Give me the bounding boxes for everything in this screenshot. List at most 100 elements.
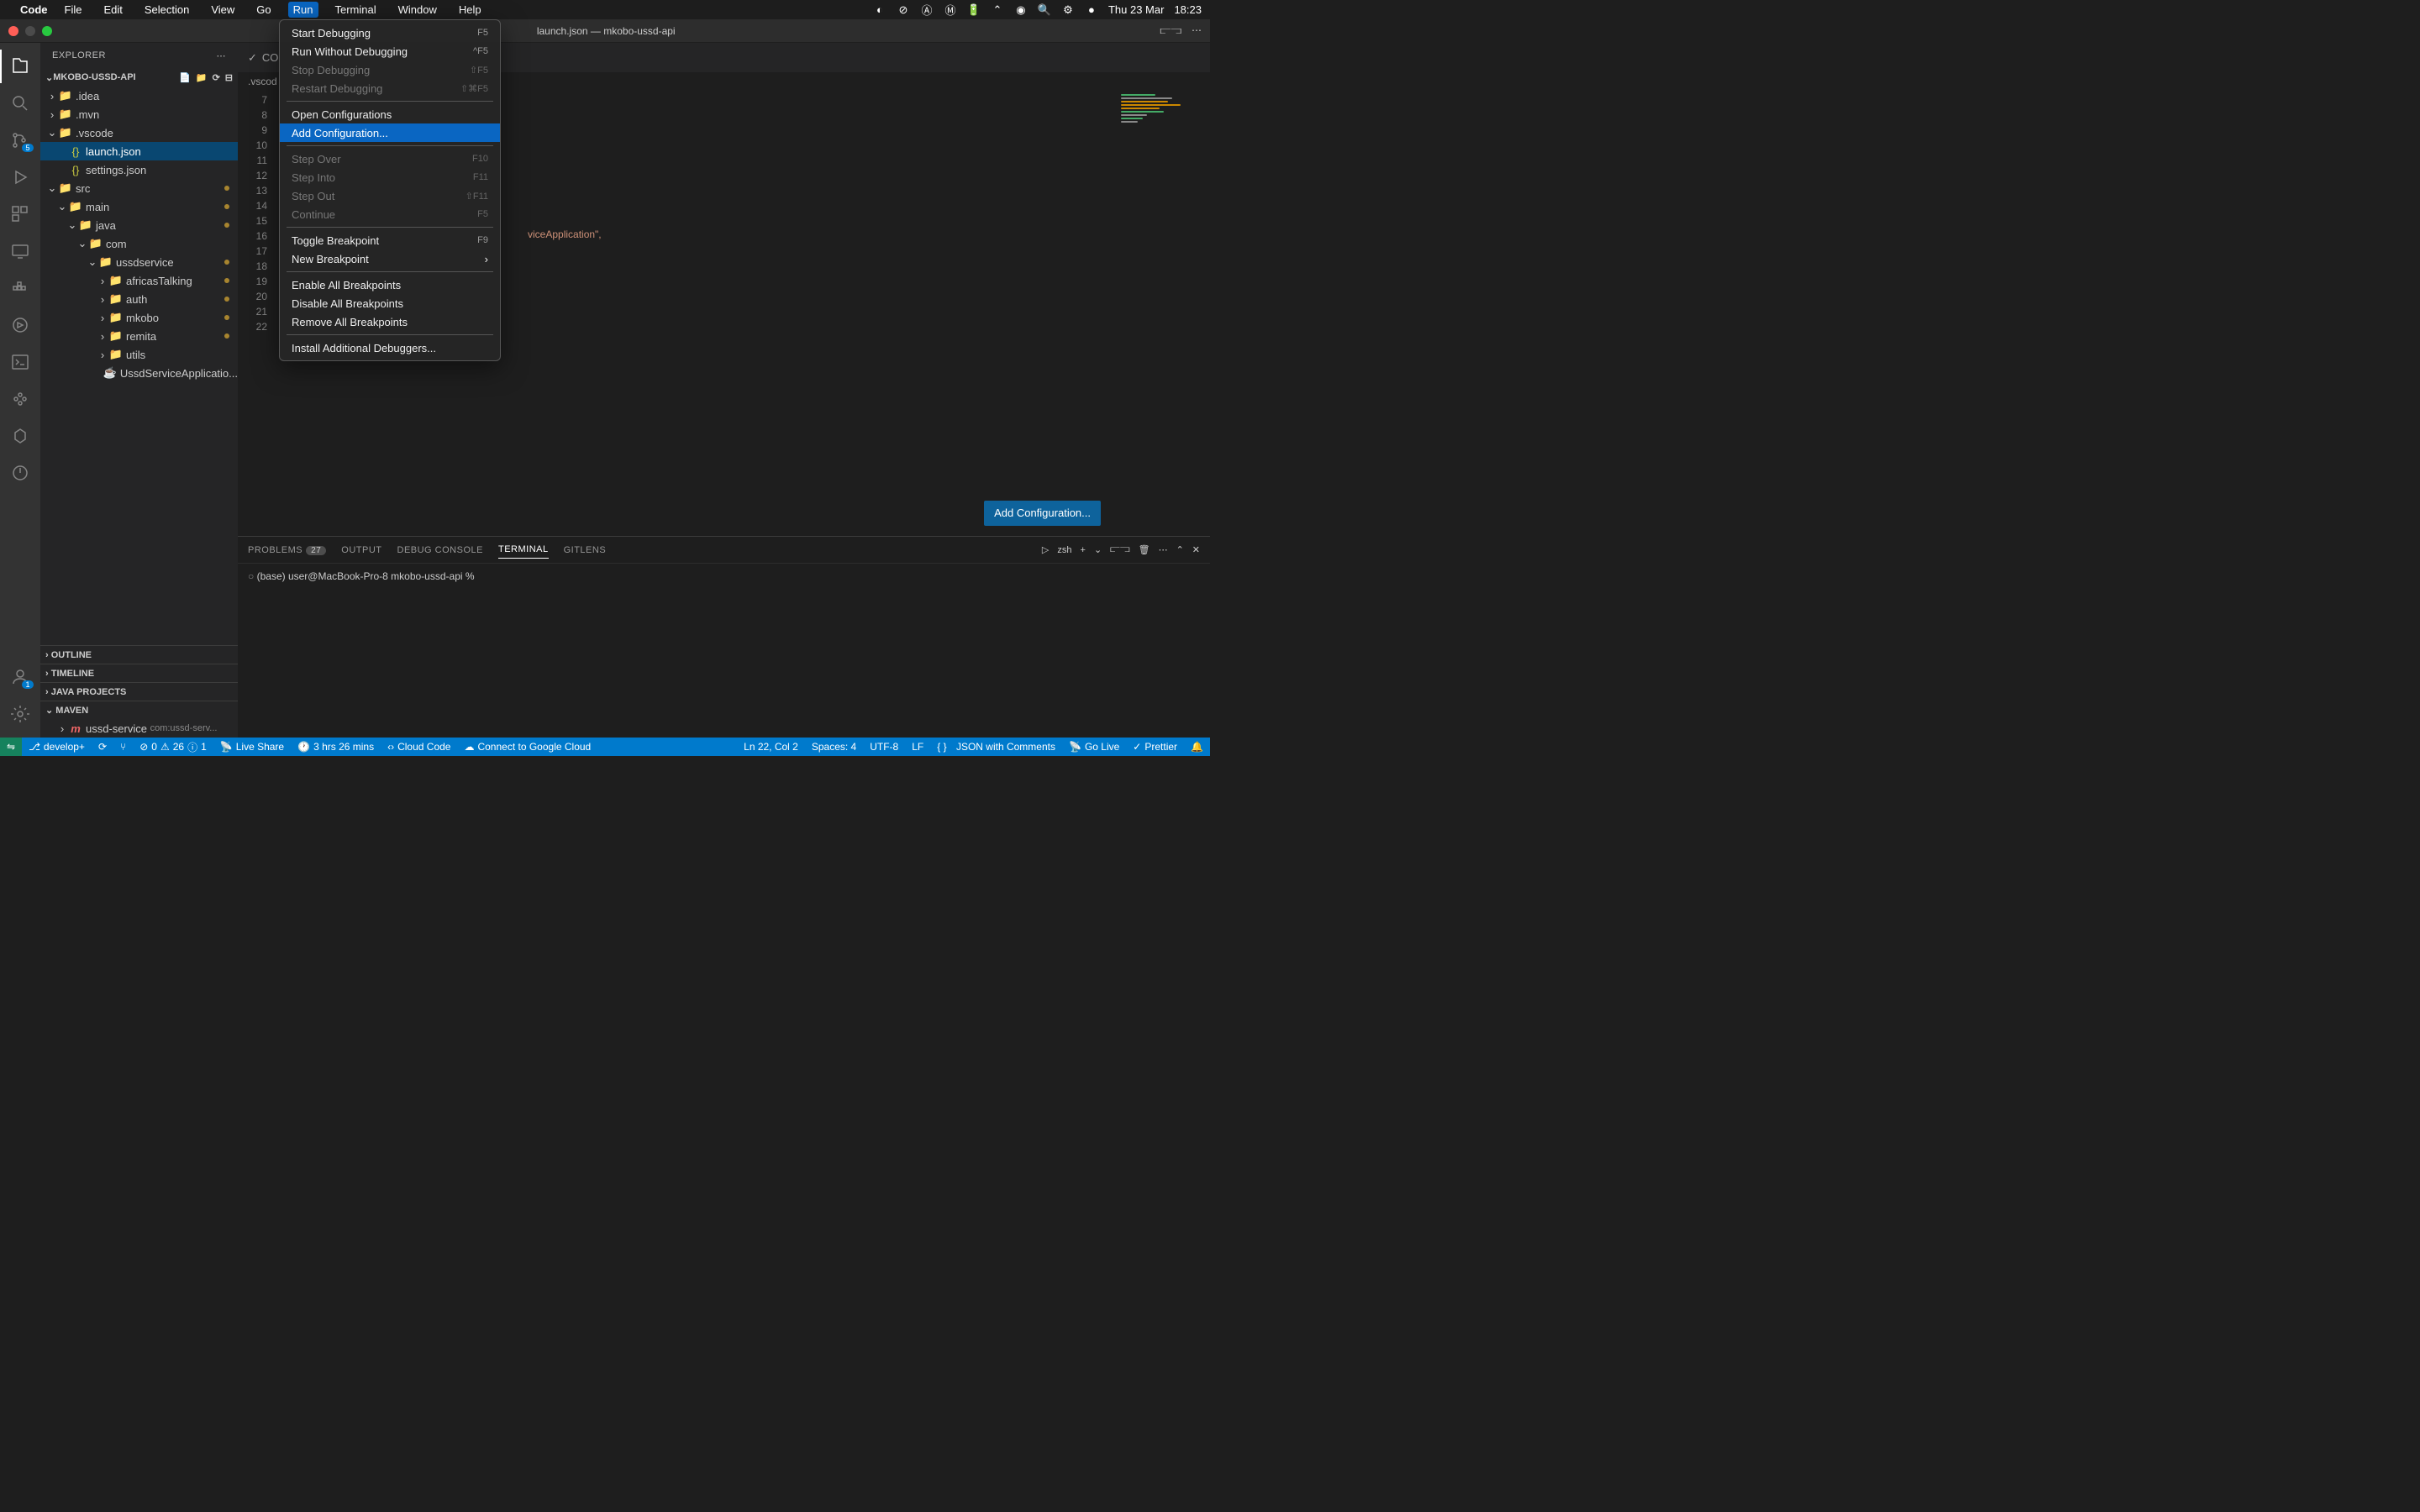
tray-icon-2[interactable]: ⊘ [897, 3, 910, 17]
activity-remote-explorer[interactable] [0, 234, 40, 268]
tree-item-java[interactable]: ⌄📁java [40, 216, 238, 234]
kill-terminal-icon[interactable]: 🗑 [1139, 544, 1150, 555]
menubar-date[interactable]: Thu 23 Mar [1108, 3, 1164, 16]
menu-file[interactable]: File [60, 2, 87, 18]
window-maximize-button[interactable] [42, 26, 52, 36]
menu-window[interactable]: Window [393, 2, 442, 18]
spotlight-icon[interactable]: 🔍 [1038, 3, 1051, 17]
menu-item-enable-all-breakpoints[interactable]: Enable All Breakpoints [280, 276, 500, 294]
status-spaces[interactable]: Spaces: 4 [805, 738, 863, 756]
tree-item-africastalking[interactable]: ›📁africasTalking [40, 271, 238, 290]
activity-scm[interactable]: 5 [0, 123, 40, 157]
tree-item-mkobo[interactable]: ›📁mkobo [40, 308, 238, 327]
window-close-button[interactable] [8, 26, 18, 36]
activity-docker[interactable] [0, 271, 40, 305]
menu-item-remove-all-breakpoints[interactable]: Remove All Breakpoints [280, 312, 500, 331]
status-connect-gcp[interactable]: ☁Connect to Google Cloud [457, 738, 597, 756]
control-center-icon[interactable]: ⚙ [1061, 3, 1075, 17]
panel-tab-debug-console[interactable]: DEBUG CONSOLE [397, 542, 483, 559]
tree-item-utils[interactable]: ›📁utils [40, 345, 238, 364]
status-live-share[interactable]: 📡Live Share [213, 738, 291, 756]
tree-item--idea[interactable]: ›📁.idea [40, 87, 238, 105]
menu-item-new-breakpoint[interactable]: New Breakpoint› [280, 249, 500, 268]
panel-maximize-icon[interactable]: ⌃ [1176, 544, 1184, 555]
panel-tab-output[interactable]: OUTPUT [341, 542, 381, 559]
activity-settings[interactable] [0, 697, 40, 731]
menubar-time[interactable]: 18:23 [1174, 3, 1202, 16]
terminal-body[interactable]: ○ (base) user@MacBook-Pro-8 mkobo-ussd-a… [238, 564, 1210, 738]
activity-power[interactable] [0, 456, 40, 490]
section-maven[interactable]: ⌄ MAVEN [40, 701, 238, 719]
tree-item-launch-json[interactable]: {}launch.json [40, 142, 238, 160]
menu-terminal[interactable]: Terminal [330, 2, 381, 18]
menu-item-run-without-debugging[interactable]: Run Without Debugging^F5 [280, 42, 500, 60]
menu-item-toggle-breakpoint[interactable]: Toggle BreakpointF9 [280, 231, 500, 249]
new-file-icon[interactable]: 📄 [179, 72, 191, 83]
tree-item-src[interactable]: ⌄📁src [40, 179, 238, 197]
new-terminal-icon[interactable]: + [1081, 545, 1086, 555]
terminal-shell-icon[interactable]: ▷ [1042, 544, 1049, 555]
activity-terminal-icon[interactable] [0, 345, 40, 379]
app-name[interactable]: Code [20, 3, 48, 16]
tree-item-remita[interactable]: ›📁remita [40, 327, 238, 345]
sidebar-more-icon[interactable]: ⋯ [217, 50, 227, 61]
status-go-live[interactable]: 📡Go Live [1062, 738, 1126, 756]
layout-toggle-icon[interactable]: ⫍⫎ [1160, 24, 1181, 37]
refresh-icon[interactable]: ⟳ [213, 72, 220, 83]
menu-selection[interactable]: Selection [139, 2, 194, 18]
activity-item-extra2[interactable] [0, 419, 40, 453]
minimap[interactable] [1118, 91, 1210, 536]
status-encoding[interactable]: UTF-8 [863, 738, 905, 756]
panel-tab-gitlens[interactable]: GITLENS [564, 542, 607, 559]
status-wakatime[interactable]: 🕐3 hrs 26 mins [291, 738, 381, 756]
status-problems[interactable]: ⊘0 ⚠26 ⓘ1 [133, 738, 213, 756]
clock-icon[interactable]: ◉ [1014, 3, 1028, 17]
remote-indicator[interactable]: ⇋ [0, 738, 22, 756]
add-configuration-button[interactable]: Add Configuration... [984, 501, 1101, 526]
terminal-shell-label[interactable]: zsh [1057, 545, 1071, 555]
status-graph-icon[interactable]: ⑂ [113, 738, 133, 756]
section-outline[interactable]: › OUTLINE [40, 645, 238, 664]
tree-item--mvn[interactable]: ›📁.mvn [40, 105, 238, 123]
activity-search[interactable] [0, 87, 40, 120]
tray-icon-1[interactable]: ◐ [873, 3, 886, 17]
activity-run-debug[interactable] [0, 160, 40, 194]
status-language[interactable]: { } JSON with Comments [930, 738, 1062, 756]
panel-tab-problems[interactable]: PROBLEMS27 [248, 542, 326, 559]
tree-item-ussdservice[interactable]: ⌄📁ussdservice [40, 253, 238, 271]
panel-tab-terminal[interactable]: TERMINAL [498, 541, 549, 559]
activity-accounts[interactable]: 1 [0, 660, 40, 694]
menu-help[interactable]: Help [454, 2, 487, 18]
activity-item-extra1[interactable] [0, 382, 40, 416]
collapse-icon[interactable]: ⊟ [225, 72, 233, 83]
tree-item--vscode[interactable]: ⌄📁.vscode [40, 123, 238, 142]
menu-view[interactable]: View [206, 2, 239, 18]
section-java-projects[interactable]: › JAVA PROJECTS [40, 682, 238, 701]
wifi-icon[interactable]: ⌃ [991, 3, 1004, 17]
maven-item[interactable]: › m ussd-service com:ussd-serv... [40, 719, 238, 738]
status-cursor[interactable]: Ln 22, Col 2 [737, 738, 805, 756]
tree-item-com[interactable]: ⌄📁com [40, 234, 238, 253]
menu-go[interactable]: Go [251, 2, 276, 18]
split-terminal-icon[interactable]: ⫍⫎ [1110, 544, 1129, 555]
siri-icon[interactable]: ● [1085, 3, 1098, 17]
tree-item-settings-json[interactable]: {}settings.json [40, 160, 238, 179]
activity-cloud-code[interactable] [0, 308, 40, 342]
section-timeline[interactable]: › TIMELINE [40, 664, 238, 682]
tree-item-ussdserviceapplicatio-[interactable]: ☕UssdServiceApplicatio... [40, 364, 238, 382]
terminal-dropdown-icon[interactable]: ⌄ [1094, 544, 1102, 555]
status-branch[interactable]: ⎇develop+ [22, 738, 92, 756]
tree-item-main[interactable]: ⌄📁main [40, 197, 238, 216]
menu-edit[interactable]: Edit [98, 2, 127, 18]
status-prettier[interactable]: ✓Prettier [1126, 738, 1184, 756]
new-folder-icon[interactable]: 📁 [196, 72, 208, 83]
panel-close-icon[interactable]: ✕ [1192, 544, 1200, 555]
more-icon[interactable]: ⋯ [1192, 24, 1202, 37]
menu-item-disable-all-breakpoints[interactable]: Disable All Breakpoints [280, 294, 500, 312]
menu-item-open-configurations[interactable]: Open Configurations [280, 105, 500, 123]
status-eol[interactable]: LF [905, 738, 930, 756]
tray-icon-4[interactable]: Ⓜ [944, 3, 957, 17]
activity-explorer[interactable] [0, 50, 40, 83]
menu-item-install-additional-debuggers[interactable]: Install Additional Debuggers... [280, 339, 500, 357]
menu-item-add-configuration[interactable]: Add Configuration... [280, 123, 500, 142]
